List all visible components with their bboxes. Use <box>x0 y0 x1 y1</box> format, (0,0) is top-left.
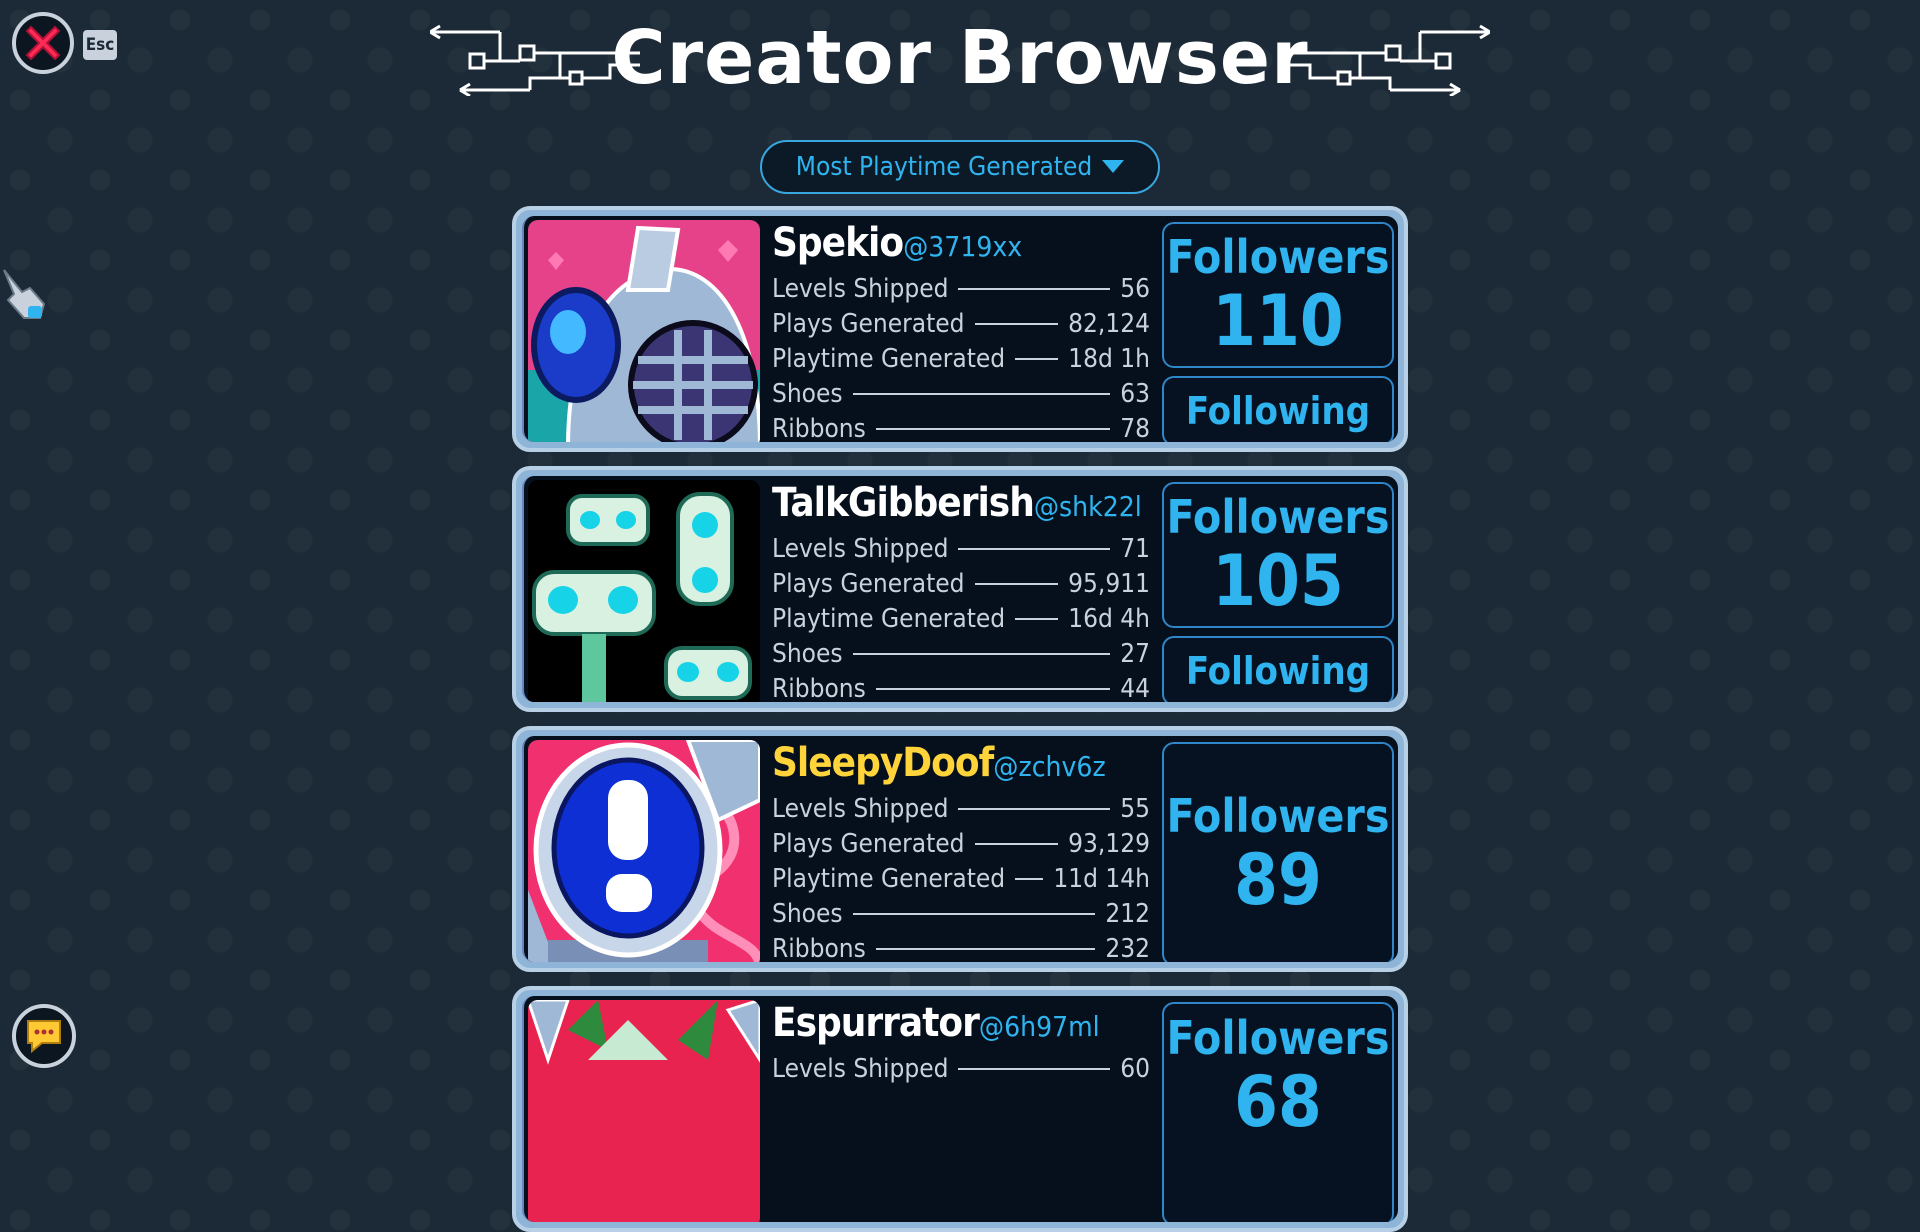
followers-label: Followers <box>1166 1011 1390 1065</box>
esc-key-hint[interactable]: Esc <box>83 30 117 60</box>
sort-dropdown[interactable]: Most Playtime Generated <box>760 140 1160 194</box>
stat-levels-shipped: Levels Shipped 60 <box>772 1054 1150 1084</box>
stat-plays-generated: Plays Generated 93,129 <box>772 829 1150 859</box>
following-button[interactable]: Following <box>1162 636 1394 702</box>
creator-handle: @zchv6z <box>993 750 1106 783</box>
creator-name[interactable]: TalkGibberish <box>772 480 1035 526</box>
creator-handle: @shk22l <box>1033 490 1142 523</box>
stat-levels-shipped: Levels Shipped 55 <box>772 794 1150 824</box>
stat-ribbons: Ribbons 78 <box>772 414 1150 442</box>
stat-levels-shipped: Levels Shipped 56 <box>772 274 1150 304</box>
stat-levels-shipped: Levels Shipped 71 <box>772 534 1150 564</box>
stat-playtime-generated: Playtime Generated 11d 14h <box>772 864 1150 894</box>
following-label: Following <box>1185 389 1371 433</box>
creator-avatar <box>528 220 760 442</box>
creator-handle: @3719xx <box>903 230 1023 263</box>
creator-handle: @6h97ml <box>978 1010 1100 1043</box>
creator-name[interactable]: Spekio <box>772 220 904 266</box>
close-icon <box>25 25 61 61</box>
followers-box: Followers 110 <box>1162 222 1394 368</box>
stat-plays-generated: Plays Generated 82,124 <box>772 309 1150 339</box>
creator-name[interactable]: Espurrator <box>772 1000 980 1046</box>
followers-count: 105 <box>1212 540 1344 622</box>
following-button[interactable]: Following <box>1162 376 1394 442</box>
followers-box: Followers 89 <box>1162 742 1394 962</box>
stat-playtime-generated: Playtime Generated 16d 4h <box>772 604 1150 634</box>
followers-count: 110 <box>1212 280 1344 362</box>
close-button[interactable] <box>12 12 74 74</box>
following-label: Following <box>1185 649 1371 693</box>
creator-card[interactable]: TalkGibberish @shk22l Levels Shipped 71 P… <box>512 466 1408 712</box>
followers-label: Followers <box>1166 230 1390 284</box>
stat-ribbons: Ribbons 44 <box>772 674 1150 702</box>
creator-avatar <box>528 1000 760 1222</box>
creator-avatar <box>528 740 760 962</box>
stat-shoes: Shoes 27 <box>772 639 1150 669</box>
followers-count: 68 <box>1234 1061 1322 1143</box>
creator-name[interactable]: SleepyDoof <box>772 740 994 786</box>
creator-card[interactable]: Spekio @3719xx Levels Shipped 56 Plays Ge… <box>512 206 1408 452</box>
caret-down-icon <box>1102 160 1125 173</box>
stat-ribbons: Ribbons 232 <box>772 934 1150 962</box>
sort-dropdown-label: Most Playtime Generated <box>795 152 1093 182</box>
stat-shoes: Shoes 63 <box>772 379 1150 409</box>
creator-card[interactable]: SleepyDoof @zchv6z Levels Shipped 55 Play… <box>512 726 1408 972</box>
creator-name-row: SleepyDoof @zchv6z <box>772 740 1106 792</box>
chat-button[interactable] <box>12 1004 76 1068</box>
stat-playtime-generated: Playtime Generated 18d 1h <box>772 344 1150 374</box>
circuit-decoration-right <box>1280 24 1490 96</box>
creator-card[interactable]: Espurrator @6h97ml Levels Shipped 60 Foll… <box>512 986 1408 1232</box>
followers-count: 89 <box>1234 839 1322 921</box>
followers-label: Followers <box>1166 789 1390 843</box>
creator-name-row: Spekio @3719xx <box>772 220 1022 272</box>
followers-box: Followers 105 <box>1162 482 1394 628</box>
chat-bubble-icon <box>27 1020 61 1054</box>
title-bar: Creator Browser <box>430 18 1490 98</box>
hand-cursor-icon <box>3 269 46 319</box>
stat-shoes: Shoes 212 <box>772 899 1150 929</box>
stat-plays-generated: Plays Generated 95,911 <box>772 569 1150 599</box>
creator-name-row: TalkGibberish @shk22l <box>772 480 1142 532</box>
creator-name-row: Espurrator @6h97ml <box>772 1000 1100 1052</box>
followers-label: Followers <box>1166 490 1390 544</box>
followers-box: Followers 68 <box>1162 1002 1394 1222</box>
creator-avatar <box>528 480 760 702</box>
